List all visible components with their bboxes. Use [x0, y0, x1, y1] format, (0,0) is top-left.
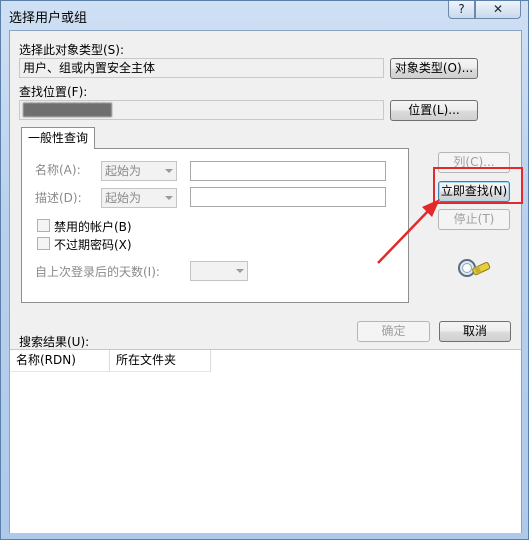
location-label: 查找位置(F): [19, 85, 88, 99]
object-type-value: 用户、组或内置安全主体 [23, 61, 156, 75]
no-expire-password-label: 不过期密码(X) [54, 238, 132, 252]
chevron-down-icon [236, 269, 244, 273]
help-button[interactable]: ? [448, 1, 475, 19]
locations-button[interactable]: 位置(L)... [390, 100, 478, 121]
name-mode-value: 起始为 [105, 164, 142, 178]
disabled-accounts-label: 禁用的帐户(B) [54, 220, 132, 234]
description-mode-select[interactable]: 起始为 [101, 188, 177, 208]
title-bar[interactable]: 选择用户或组 ? ✕ [1, 1, 528, 29]
close-icon: ✕ [492, 2, 504, 16]
chevron-down-icon [165, 169, 173, 173]
column-header-folder[interactable]: 所在文件夹 [110, 350, 211, 372]
description-label: 描述(D): [35, 191, 82, 205]
annotation-arrow [377, 199, 440, 264]
ok-button[interactable]: 确定 [357, 321, 430, 342]
dialog-client: 选择此对象类型(S): 用户、组或内置安全主体 对象类型(O)... 查找位置(… [9, 30, 523, 533]
name-label: 名称(A): [35, 163, 81, 177]
disabled-accounts-checkbox[interactable] [37, 219, 50, 232]
location-value-redacted: ████████████ [23, 103, 112, 117]
days-since-login-select[interactable] [190, 261, 248, 281]
object-type-label: 选择此对象类型(S): [19, 43, 125, 57]
name-mode-select[interactable]: 起始为 [101, 161, 177, 181]
chevron-down-icon [165, 196, 173, 200]
cancel-button[interactable]: 取消 [439, 321, 511, 342]
column-header-name[interactable]: 名称(RDN) [10, 350, 110, 372]
location-field: ████████████ [19, 100, 384, 120]
object-types-button[interactable]: 对象类型(O)... [390, 58, 478, 79]
description-mode-value: 起始为 [105, 191, 142, 205]
search-results-label: 搜索结果(U): [19, 335, 90, 349]
window-title: 选择用户或组 [9, 11, 88, 26]
close-button[interactable]: ✕ [475, 1, 521, 19]
flashlight-search-icon [458, 259, 491, 277]
search-results-list[interactable]: 名称(RDN) 所在文件夹 [10, 349, 521, 533]
object-type-field: 用户、组或内置安全主体 [19, 58, 384, 78]
name-input[interactable] [190, 161, 386, 181]
dialog-window: 选择用户或组 ? ✕ 选择此对象类型(S): 用户、组或内置安全主体 对象类型(… [0, 0, 529, 540]
no-expire-password-checkbox[interactable] [37, 237, 50, 250]
description-input[interactable] [190, 187, 386, 207]
general-query-panel: 名称(A): 起始为 描述(D): 起始为 禁用的帐户(B) 不过期密码(X) … [21, 148, 409, 303]
tab-general-query[interactable]: 一般性查询 [21, 127, 95, 149]
help-icon: ? [458, 2, 465, 16]
days-since-login-label: 自上次登录后的天数(I): [35, 265, 160, 279]
